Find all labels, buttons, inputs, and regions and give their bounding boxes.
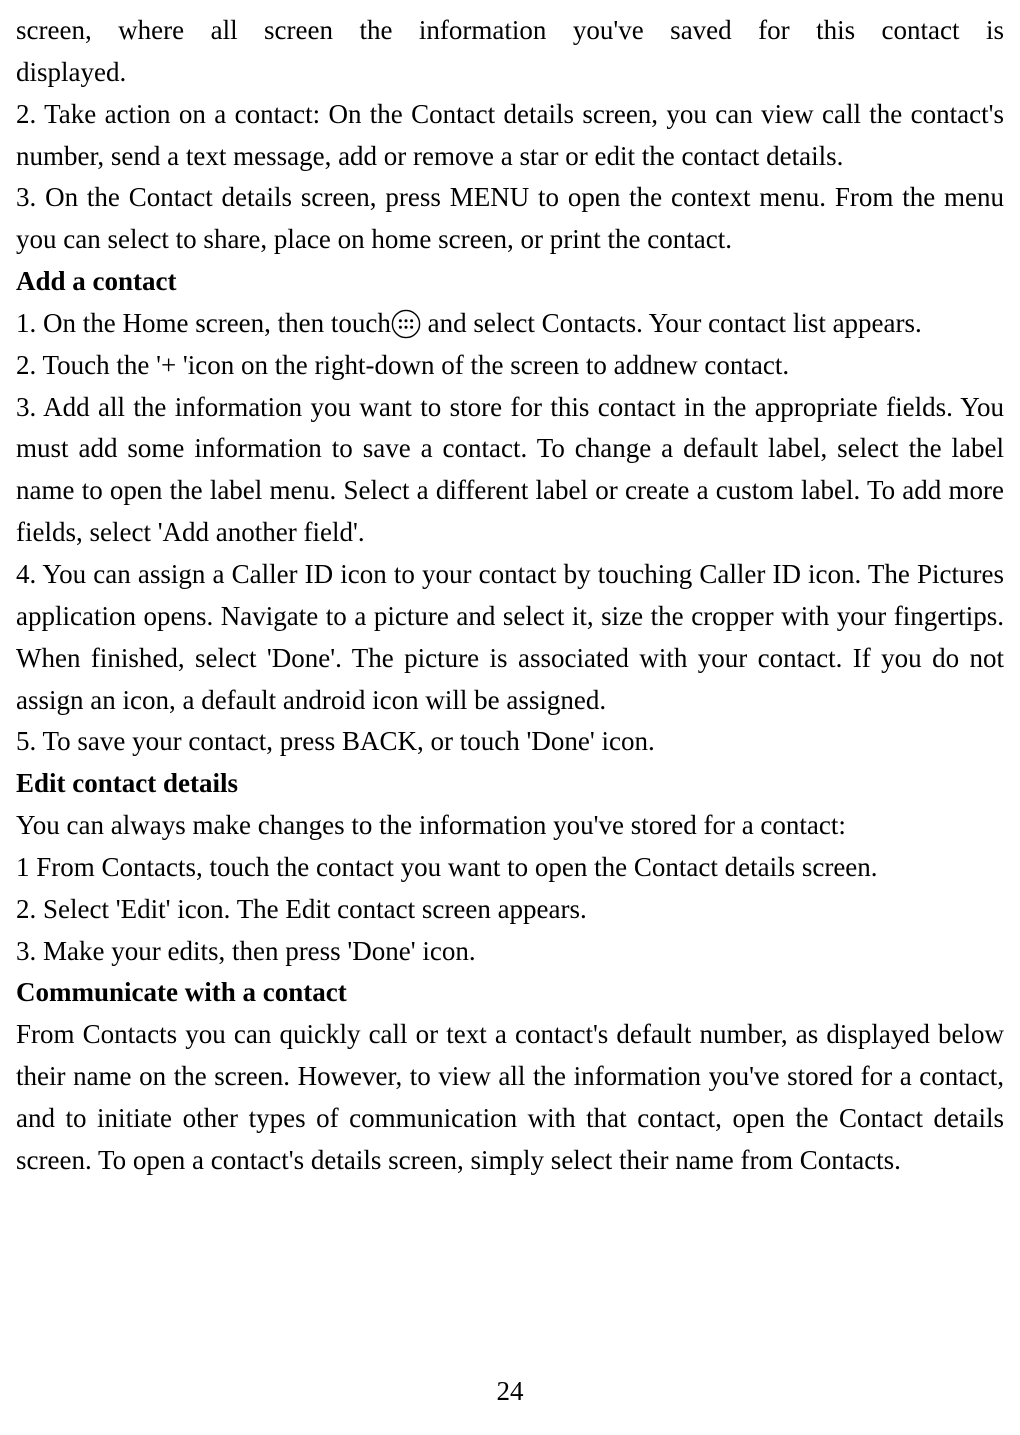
paragraph-take-action: 2. Take action on a contact: On the Cont… [16,94,1004,178]
heading-communicate: Communicate with a contact [16,972,1004,1014]
paragraph-edit-step1: 1 From Contacts, touch the contact you w… [16,847,1004,889]
heading-edit-contact: Edit contact details [16,763,1004,805]
paragraph-add-step5: 5. To save your contact, press BACK, or … [16,721,1004,763]
paragraph-edit-intro: You can always make changes to the infor… [16,805,1004,847]
add-step1-text-after: and select Contacts. Your contact list a… [421,308,922,338]
page-number: 24 [0,1371,1020,1413]
apps-grid-icon [391,309,421,339]
paragraph-edit-step2: 2. Select 'Edit' icon. The Edit contact … [16,889,1004,931]
paragraph-add-step1: 1. On the Home screen, then touch and se… [16,303,1004,345]
add-step1-text-before: 1. On the Home screen, then touch [16,308,391,338]
heading-add-contact: Add a contact [16,261,1004,303]
paragraph-add-step4: 4. You can assign a Caller ID icon to yo… [16,554,1004,721]
paragraph-intro-line1: screen, where all screen the information… [16,10,1004,52]
document-body: screen, where all screen the information… [16,10,1004,1182]
paragraph-communicate: From Contacts you can quickly call or te… [16,1014,1004,1181]
paragraph-context-menu: 3. On the Contact details screen, press … [16,177,1004,261]
paragraph-edit-step3: 3. Make your edits, then press 'Done' ic… [16,931,1004,973]
paragraph-add-step2: 2. Touch the '+ 'icon on the right-down … [16,345,1004,387]
paragraph-add-step3: 3. Add all the information you want to s… [16,387,1004,554]
paragraph-intro-line2: displayed. [16,52,1004,94]
